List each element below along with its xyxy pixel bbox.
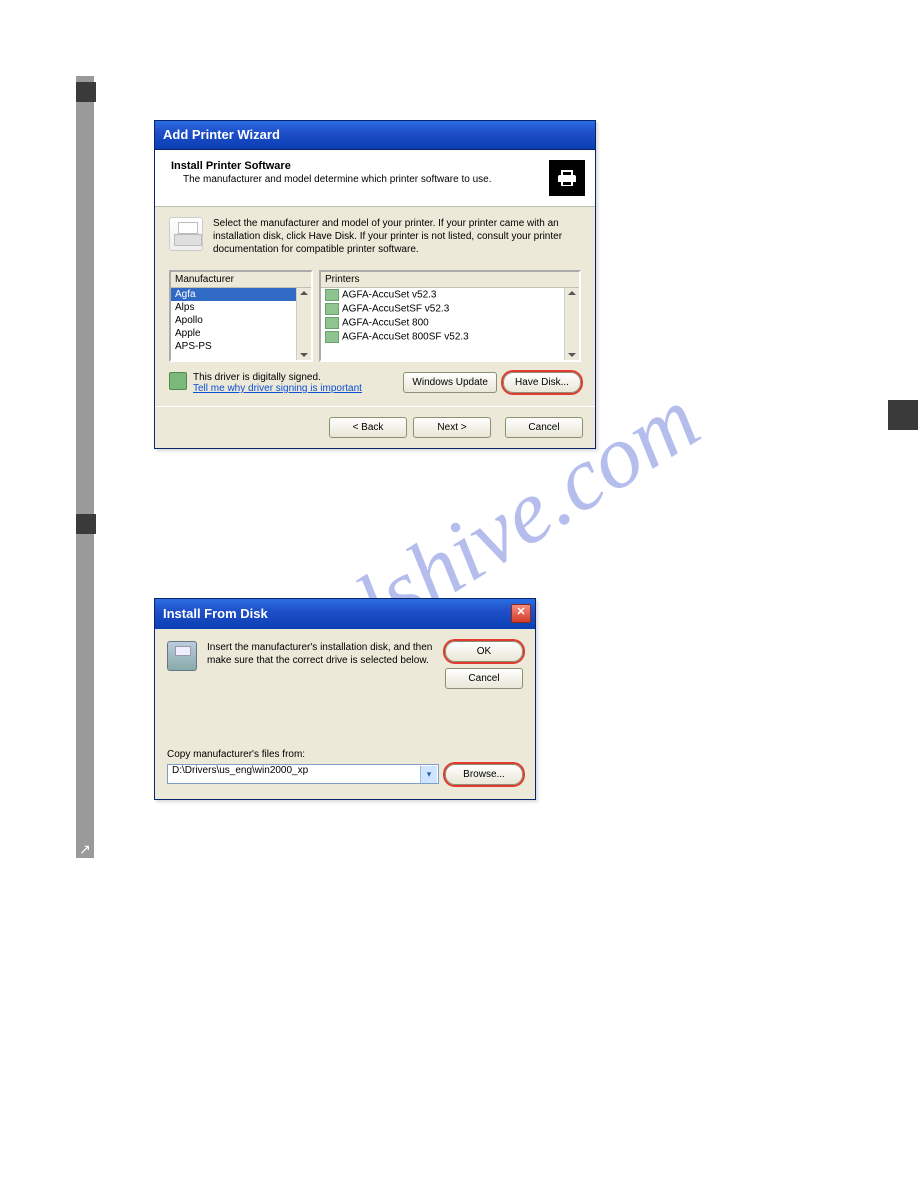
shield-icon: [169, 372, 187, 390]
driver-signing-link[interactable]: Tell me why driver signing is important: [193, 383, 362, 394]
disk-instruction-text: Insert the manufacturer's installation d…: [207, 641, 435, 667]
cancel-button[interactable]: Cancel: [445, 668, 523, 689]
printer-item-icon: [325, 289, 339, 301]
wizard-instructions: Select the manufacturer and model of you…: [169, 217, 581, 256]
close-icon[interactable]: ✕: [511, 604, 531, 623]
windows-update-button[interactable]: Windows Update: [403, 372, 497, 393]
list-item[interactable]: AGFA-AccuSet v52.3: [321, 288, 579, 302]
share-icon: ↗: [76, 840, 94, 858]
wizard-header-subtitle: The manufacturer and model determine whi…: [183, 174, 492, 185]
floppy-icon: [167, 641, 197, 671]
cancel-button[interactable]: Cancel: [505, 417, 583, 438]
manufacturer-header: Manufacturer: [171, 272, 311, 288]
have-disk-button[interactable]: Have Disk...: [503, 372, 581, 393]
printers-header: Printers: [321, 272, 579, 288]
printer-item-icon: [325, 331, 339, 343]
list-item[interactable]: Apollo: [171, 314, 311, 327]
printers-list[interactable]: Printers AGFA-AccuSet v52.3 AGFA-AccuSet…: [319, 270, 581, 362]
sidebar-vertical: [76, 76, 94, 858]
list-item[interactable]: Apple: [171, 327, 311, 340]
ok-button[interactable]: OK: [445, 641, 523, 662]
list-item[interactable]: Agfa: [171, 288, 311, 301]
disk-titlebar[interactable]: Install From Disk ✕: [155, 599, 535, 629]
path-combobox[interactable]: D:\Drivers\us_eng\win2000_xp ▾: [167, 764, 439, 784]
printer-item-icon: [325, 317, 339, 329]
page-tab-right: [888, 400, 918, 430]
scrollbar[interactable]: [296, 288, 311, 360]
step-marker-5: [76, 514, 96, 534]
wizard-instruction-text: Select the manufacturer and model of you…: [213, 217, 581, 256]
browse-button[interactable]: Browse...: [445, 764, 523, 785]
printer-header-icon: [549, 160, 585, 196]
scrollbar[interactable]: [564, 288, 579, 360]
back-button[interactable]: < Back: [329, 417, 407, 438]
wizard-header-title: Install Printer Software: [171, 160, 492, 172]
wizard-footer: < Back Next > Cancel: [155, 406, 595, 448]
printer-icon: [169, 217, 203, 251]
next-button[interactable]: Next >: [413, 417, 491, 438]
wizard-header: Install Printer Software The manufacture…: [155, 150, 595, 207]
list-item[interactable]: Alps: [171, 301, 311, 314]
manufacturer-list[interactable]: Manufacturer Agfa Alps Apollo Apple APS-…: [169, 270, 313, 362]
list-item[interactable]: APS-PS: [171, 340, 311, 353]
printer-item-icon: [325, 303, 339, 315]
list-item[interactable]: AGFA-AccuSet 800: [321, 316, 579, 330]
path-value: D:\Drivers\us_eng\win2000_xp: [172, 765, 308, 776]
list-item[interactable]: AGFA-AccuSetSF v52.3: [321, 302, 579, 316]
disk-title-text: Install From Disk: [163, 606, 268, 621]
add-printer-wizard-window: Add Printer Wizard Install Printer Softw…: [154, 120, 596, 449]
driver-signed-text: This driver is digitally signed.: [193, 372, 362, 383]
list-item[interactable]: AGFA-AccuSet 800SF v52.3: [321, 330, 579, 344]
wizard-titlebar[interactable]: Add Printer Wizard: [155, 121, 595, 150]
install-from-disk-window: Install From Disk ✕ Insert the manufactu…: [154, 598, 536, 800]
chevron-down-icon[interactable]: ▾: [420, 766, 437, 783]
step-marker-4: [76, 82, 96, 102]
copy-from-label: Copy manufacturer's files from:: [167, 749, 523, 760]
